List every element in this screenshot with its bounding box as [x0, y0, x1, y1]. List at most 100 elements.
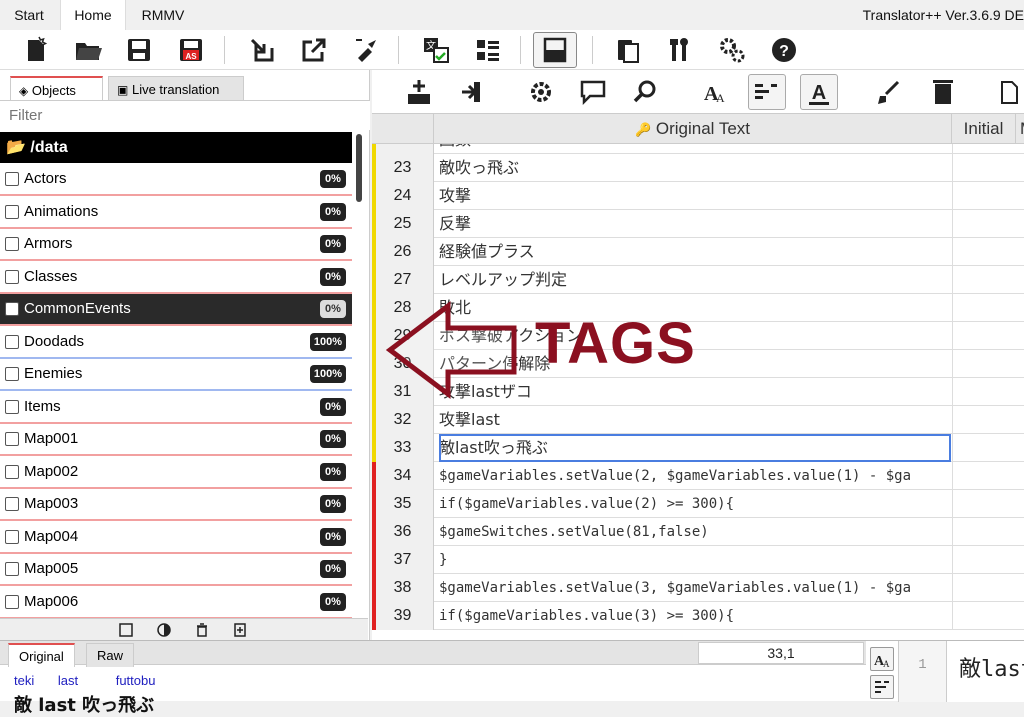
search-icon[interactable] — [626, 74, 664, 110]
initial-cell[interactable] — [952, 350, 1024, 378]
original-text-cell[interactable]: 敵吹っ飛ぶ — [439, 154, 951, 182]
tab-objects[interactable]: ◈ Objects — [10, 76, 103, 102]
original-text-header[interactable]: 🔑 Original Text — [434, 114, 952, 144]
initial-cell[interactable] — [952, 266, 1024, 294]
original-text-cell[interactable]: } — [439, 546, 951, 574]
new-project-icon[interactable] — [20, 34, 52, 66]
initial-cell[interactable] — [952, 378, 1024, 406]
grid-row[interactable]: 32 攻撃last — [372, 406, 1024, 434]
tab-start[interactable]: Start — [0, 0, 58, 30]
grid-row[interactable]: 26 経験値プラス — [372, 238, 1024, 266]
initial-cell[interactable] — [952, 406, 1024, 434]
item-checkbox[interactable] — [5, 432, 19, 446]
object-list-item[interactable]: Armors 0% — [0, 229, 352, 261]
align-small-icon[interactable] — [870, 675, 894, 699]
translate-icon[interactable]: 文 — [420, 34, 452, 66]
grid-row[interactable]: 39 if($gameVariables.value(3) >= 300){ — [372, 602, 1024, 630]
grid-row[interactable]: 27 レベルアップ判定 — [372, 266, 1024, 294]
initial-cell[interactable] — [952, 574, 1024, 602]
save-icon[interactable] — [123, 34, 155, 66]
original-text-cell[interactable]: 敵last吹っ飛ぶ — [439, 434, 951, 462]
next-column-header[interactable]: M — [1016, 114, 1024, 144]
original-text-cell[interactable]: レベルアップ判定 — [439, 266, 951, 294]
insert-row-icon[interactable] — [400, 74, 438, 110]
tab-home[interactable]: Home — [60, 0, 126, 30]
object-list-item[interactable]: Map001 0% — [0, 424, 352, 456]
save-as-icon[interactable]: AS — [175, 34, 207, 66]
grid-row[interactable]: 33 敵last吹っ飛ぶ — [372, 434, 1024, 462]
object-list-item[interactable]: Map004 0% — [0, 521, 352, 554]
document-icon[interactable] — [994, 74, 1024, 110]
item-checkbox[interactable] — [5, 529, 19, 544]
original-text-cell[interactable]: $gameVariables.setValue(2, $gameVariable… — [439, 462, 951, 490]
object-list-item[interactable]: Map005 0% — [0, 554, 352, 586]
select-none-icon[interactable] — [118, 622, 134, 638]
scrollbar[interactable] — [356, 134, 362, 202]
tab-rmmv[interactable]: RMMV — [128, 0, 198, 30]
grid-row[interactable]: 38 $gameVariables.setValue(3, $gameVariab… — [372, 574, 1024, 602]
font-size-small-icon[interactable]: AA — [870, 647, 894, 671]
initial-cell[interactable] — [952, 238, 1024, 266]
item-checkbox[interactable] — [5, 204, 19, 219]
original-text-cell[interactable]: if($gameVariables.value(3) >= 300){ — [439, 602, 951, 630]
brush-icon[interactable] — [870, 74, 908, 110]
tab-raw[interactable]: Raw — [86, 643, 135, 667]
object-list-item[interactable]: Doodads 100% — [0, 326, 352, 359]
initial-cell[interactable] — [952, 602, 1024, 630]
item-checkbox[interactable] — [5, 302, 19, 316]
original-text-cell[interactable]: 経験値プラス — [439, 238, 951, 266]
clipboard-icon[interactable] — [612, 34, 644, 66]
item-checkbox[interactable] — [5, 497, 19, 511]
item-checkbox[interactable] — [5, 172, 19, 186]
item-checkbox[interactable] — [5, 334, 19, 349]
go-to-icon[interactable] — [450, 74, 488, 110]
item-checkbox[interactable] — [5, 464, 19, 479]
import-icon[interactable] — [246, 34, 278, 66]
item-checkbox[interactable] — [5, 562, 19, 576]
object-list-item[interactable]: Classes 0% — [0, 261, 352, 294]
item-checkbox[interactable] — [5, 237, 19, 251]
initial-cell[interactable] — [952, 322, 1024, 350]
tools-icon[interactable] — [664, 34, 696, 66]
initial-cell[interactable] — [952, 154, 1024, 182]
tab-live-translation[interactable]: ▣ Live translation — [108, 76, 244, 102]
editor-text[interactable]: 敵last — [959, 651, 1024, 683]
data-folder-header[interactable]: 📂 /data — [0, 132, 352, 163]
grid-row[interactable]: 25 反撃 — [372, 210, 1024, 238]
original-text-cell[interactable]: 攻撃 — [439, 182, 951, 210]
initial-header[interactable]: Initial — [952, 114, 1016, 144]
gear-icon[interactable] — [522, 74, 560, 110]
export-icon[interactable] — [298, 34, 330, 66]
original-text-cell[interactable]: $gameVariables.setValue(3, $gameVariable… — [439, 574, 951, 602]
item-checkbox[interactable] — [5, 399, 19, 414]
grid-row[interactable]: 34 $gameVariables.setValue(2, $gameVariab… — [372, 462, 1024, 490]
comment-icon[interactable] — [574, 74, 612, 110]
item-checkbox[interactable] — [5, 594, 19, 609]
delete-icon[interactable] — [924, 74, 962, 110]
object-list-item[interactable]: Items 0% — [0, 391, 352, 424]
initial-cell[interactable] — [952, 434, 1024, 462]
grid-row[interactable]: 24 攻撃 — [372, 182, 1024, 210]
object-list-item[interactable]: Enemies 100% — [0, 359, 352, 391]
original-text-cell[interactable]: if($gameVariables.value(2) >= 300){ — [439, 490, 951, 518]
list-view-icon[interactable] — [472, 34, 504, 66]
object-list-item[interactable]: Actors 0% — [0, 164, 352, 196]
object-list-item[interactable]: Map002 0% — [0, 456, 352, 489]
font-size-icon[interactable]: AA — [696, 74, 734, 110]
filter-input[interactable] — [0, 100, 370, 130]
original-text-cell[interactable]: $gameSwitches.setValue(81,false) — [439, 518, 951, 546]
initial-cell[interactable] — [952, 294, 1024, 322]
layout-icon[interactable] — [533, 32, 577, 68]
original-text-cell[interactable]: 反撃 — [439, 210, 951, 238]
grid-row[interactable]: 35 if($gameVariables.value(2) >= 300){ — [372, 490, 1024, 518]
grid-row[interactable]: 23 敵吹っ飛ぶ — [372, 154, 1024, 182]
item-checkbox[interactable] — [5, 367, 19, 381]
inject-icon[interactable] — [350, 34, 382, 66]
text-color-icon[interactable]: A — [800, 74, 838, 110]
object-list-item[interactable]: Map003 0% — [0, 489, 352, 521]
align-icon[interactable] — [748, 74, 786, 110]
initial-cell[interactable] — [952, 546, 1024, 574]
object-list-item[interactable]: CommonEvents 0% — [0, 294, 352, 326]
grid-row[interactable]: 36 $gameSwitches.setValue(81,false) — [372, 518, 1024, 546]
grid-row[interactable]: 37} — [372, 546, 1024, 574]
